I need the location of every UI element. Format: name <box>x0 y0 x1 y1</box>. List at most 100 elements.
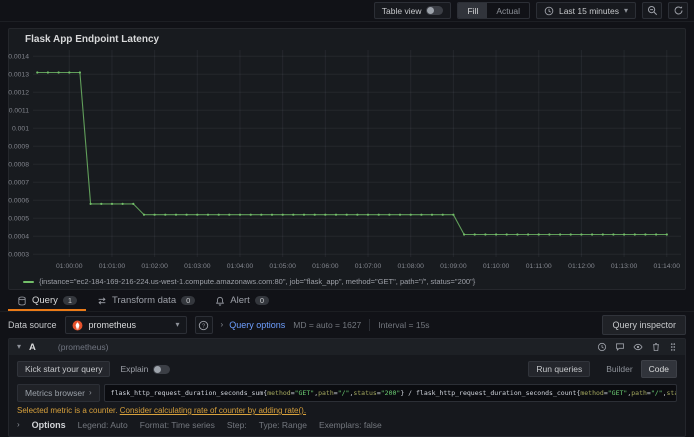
tab-transform-data[interactable]: Transform data 0 <box>88 292 204 311</box>
tab-transform-label: Transform data <box>112 295 177 306</box>
query-options-toggle[interactable]: › Query options <box>221 320 286 330</box>
options-step: Step: <box>226 420 247 430</box>
kick-start-button[interactable]: Kick start your query <box>17 361 111 377</box>
explain-label: Explain <box>120 364 149 374</box>
svg-text:0.0011: 0.0011 <box>9 108 30 115</box>
eye-icon[interactable] <box>633 342 643 352</box>
tab-alert-label: Alert <box>230 295 250 306</box>
svg-text:01:10:00: 01:10:00 <box>483 263 510 270</box>
explain-switch-knob <box>154 365 162 373</box>
tab-alert-count: 0 <box>254 295 269 306</box>
divider <box>369 319 371 331</box>
svg-text:01:13:00: 01:13:00 <box>611 263 638 270</box>
trash-icon[interactable] <box>651 342 661 352</box>
legend-series-dash <box>23 280 34 283</box>
database-icon <box>17 296 27 306</box>
datasource-value: prometheus <box>88 320 137 330</box>
svg-text:0.0012: 0.0012 <box>8 90 29 97</box>
zoom-out-button[interactable] <box>642 2 662 19</box>
latency-panel: Flask App Endpoint Latency 0.0003 0.0004 0… <box>8 28 686 290</box>
builder-button[interactable]: Builder <box>598 360 640 378</box>
promql-editor[interactable]: flask_http_request_duration_seconds_sum{… <box>103 384 677 402</box>
collapse-chevron-icon[interactable]: ▾ <box>17 343 21 351</box>
options-format: Format: Time series <box>139 420 215 430</box>
panel-title[interactable]: Flask App Endpoint Latency <box>9 29 685 47</box>
editor-tabs: Query 1 Transform data 0 Alert 0 <box>0 292 694 312</box>
svg-text:01:03:00: 01:03:00 <box>184 263 211 270</box>
transform-icon <box>97 296 107 306</box>
drag-handle[interactable] <box>669 342 677 352</box>
interval-summary: Interval = 15s <box>378 320 430 330</box>
time-range-label: Last 15 minutes <box>558 5 619 16</box>
time-range-picker[interactable]: Last 15 minutes ▾ <box>535 2 636 19</box>
metrics-browser-label: Metrics browser <box>25 388 85 398</box>
chevron-right-icon: › <box>220 320 224 329</box>
svg-text:01:01:00: 01:01:00 <box>99 263 126 270</box>
svg-text:01:07:00: 01:07:00 <box>355 263 382 270</box>
query-row-body: Kick start your query Explain Run querie… <box>9 355 685 436</box>
svg-text:0.0004: 0.0004 <box>8 234 29 241</box>
explain-control: Explain <box>120 364 171 374</box>
fill-actual-group: Fill Actual <box>457 2 530 19</box>
fill-button[interactable]: Fill <box>458 3 488 18</box>
expression-row: Metrics browser › flask_http_request_dur… <box>17 384 677 402</box>
tab-query-label: Query <box>32 295 58 306</box>
tab-alert[interactable]: Alert 0 <box>206 292 278 311</box>
datasource-help-button[interactable]: ? <box>194 316 213 334</box>
chevron-down-icon: ▾ <box>623 5 628 15</box>
svg-text:0.0003: 0.0003 <box>8 252 29 259</box>
promql-expression[interactable]: flask_http_request_duration_seconds_sum{… <box>111 389 676 397</box>
actual-button[interactable]: Actual <box>487 3 529 18</box>
svg-text:0.0013: 0.0013 <box>8 72 29 79</box>
help-circle-icon: ? <box>198 320 209 331</box>
query-row-a: ▾ A (prometheus) Kick start your query E… <box>8 338 686 437</box>
magnifier-minus-icon <box>647 5 658 16</box>
svg-text:0.0009: 0.0009 <box>8 144 29 151</box>
explain-switch[interactable] <box>153 364 171 374</box>
comment-icon[interactable] <box>615 342 625 352</box>
query-row-header[interactable]: ▾ A (prometheus) <box>9 339 685 355</box>
clock-icon <box>544 6 554 16</box>
latency-chart[interactable]: 0.0003 0.0004 0.0005 0.0006 0.0007 0.0008 0.00… <box>8 46 685 280</box>
refresh-icon <box>673 5 684 16</box>
svg-text:01:12:00: 01:12:00 <box>568 263 595 270</box>
svg-text:01:14:00: 01:14:00 <box>654 263 681 270</box>
max-data-points-summary: MD = auto = 1627 <box>293 320 362 330</box>
svg-text:01:02:00: 01:02:00 <box>141 263 168 270</box>
table-view-control[interactable]: Table view <box>373 2 452 19</box>
svg-text:01:04:00: 01:04:00 <box>227 263 254 270</box>
run-queries-button[interactable]: Run queries <box>528 361 591 377</box>
warning-hint-link[interactable]: Consider calculating rate of counter by … <box>120 406 306 415</box>
table-view-switch-knob <box>427 7 435 14</box>
legend-series-label[interactable]: {instance="ec2-184-169-216-224.us-west-1… <box>39 277 475 286</box>
history-clock-icon[interactable] <box>597 342 607 352</box>
builder-code-switch: Builder Code <box>598 360 677 378</box>
svg-text:0.001: 0.001 <box>12 126 29 133</box>
query-inspector-button[interactable]: Query inspector <box>602 315 686 335</box>
options-label[interactable]: Options <box>32 420 66 430</box>
svg-text:01:00:00: 01:00:00 <box>56 263 83 270</box>
query-row-actions <box>597 342 677 352</box>
datasource-row: Data source prometheus ▾ ? › Query optio… <box>0 314 694 336</box>
query-options-row: › Options Legend: Auto Format: Time seri… <box>17 420 677 432</box>
table-view-switch[interactable] <box>426 6 444 15</box>
counter-warning: Selected metric is a counter. Consider c… <box>17 406 677 415</box>
svg-text:0.0008: 0.0008 <box>8 162 29 169</box>
svg-text:01:11:00: 01:11:00 <box>526 263 552 270</box>
svg-text:0.0005: 0.0005 <box>8 216 29 223</box>
datasource-picker[interactable]: prometheus ▾ <box>64 316 187 334</box>
options-legend: Legend: Auto <box>77 420 128 430</box>
warning-text: Selected metric is a counter. <box>17 406 118 415</box>
svg-text:0.0006: 0.0006 <box>8 198 29 205</box>
code-button[interactable]: Code <box>640 360 677 378</box>
options-exemplars: Exemplars: false <box>318 420 382 430</box>
chevron-right-icon[interactable]: › <box>17 421 20 429</box>
query-toolbar-row: Kick start your query Explain Run querie… <box>17 360 677 378</box>
options-type: Type: Range <box>258 420 307 430</box>
chart-legend[interactable]: {instance="ec2-184-169-216-224.us-west-1… <box>23 277 475 286</box>
table-view-label: Table view <box>381 5 422 16</box>
metrics-browser-button[interactable]: Metrics browser › <box>17 384 100 402</box>
svg-text:01:09:00: 01:09:00 <box>440 263 467 270</box>
tab-query[interactable]: Query 1 <box>8 292 87 311</box>
refresh-button[interactable] <box>668 2 688 19</box>
